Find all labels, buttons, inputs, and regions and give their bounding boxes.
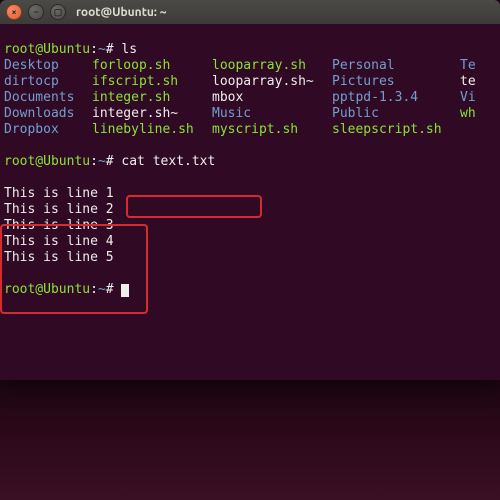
command-cat: cat text.txt — [121, 154, 215, 169]
cat-output: This is line 1This is line 2This is line… — [4, 186, 496, 266]
maximize-icon[interactable]: ▢ — [50, 4, 66, 20]
ls-entry: integer.sh — [92, 90, 212, 106]
ls-entry: forloop.sh — [92, 58, 212, 74]
output-line: This is line 1 — [4, 186, 496, 202]
ls-entry: Music — [212, 106, 332, 122]
ls-row: Downloadsinteger.sh~MusicPublicwh — [4, 106, 496, 122]
ls-row: Desktopforloop.shlooparray.shPersonalTe — [4, 58, 496, 74]
window-titlebar[interactable]: × – ▢ root@Ubuntu: ~ — [0, 0, 500, 24]
ls-entry: pptpd-1.3.4 — [332, 90, 460, 106]
ls-output: Desktopforloop.shlooparray.shPersonalTed… — [4, 58, 496, 138]
ls-entry: ifscript.sh — [92, 74, 212, 90]
ls-entry: looparray.sh~ — [212, 74, 332, 90]
terminal-window: × – ▢ root@Ubuntu: ~ root@Ubuntu:~# ls D… — [0, 0, 500, 380]
prompt-userhost: root@Ubuntu — [4, 42, 90, 57]
ls-entry: sleepscript.sh — [332, 122, 460, 138]
ls-entry: Pictures — [332, 74, 460, 90]
output-line: This is line 3 — [4, 218, 496, 234]
prompt-line: root@Ubuntu:~# cat text.txt — [4, 154, 215, 169]
window-controls: × – ▢ — [6, 4, 66, 20]
ls-entry: linebyline.sh — [92, 122, 212, 138]
ls-entry: Desktop — [4, 58, 92, 74]
ls-entry: Vi — [460, 90, 490, 106]
ls-entry: wh — [460, 106, 490, 122]
ls-entry: Te — [460, 58, 490, 74]
ls-entry: dirtocp — [4, 74, 92, 90]
ls-entry: Personal — [332, 58, 460, 74]
prompt-line: root@Ubuntu:~# ls — [4, 42, 137, 57]
ls-entry: Documents — [4, 90, 92, 106]
prompt-line: root@Ubuntu:~# — [4, 282, 129, 297]
cursor — [121, 284, 129, 297]
close-icon[interactable]: × — [6, 4, 22, 20]
ls-entry: mbox — [212, 90, 332, 106]
ls-row: Documentsinteger.shmboxpptpd-1.3.4Vi — [4, 90, 496, 106]
command-ls: ls — [121, 42, 137, 57]
output-line: This is line 2 — [4, 202, 496, 218]
ls-entry: Public — [332, 106, 460, 122]
terminal-body[interactable]: root@Ubuntu:~# ls Desktopforloop.shloopa… — [0, 24, 500, 316]
ls-row: dirtocpifscript.shlooparray.sh~Picturest… — [4, 74, 496, 90]
prompt-path: ~ — [98, 42, 106, 57]
ls-entry: integer.sh~ — [92, 106, 212, 122]
ls-entry: Dropbox — [4, 122, 92, 138]
output-line: This is line 5 — [4, 250, 496, 266]
ls-entry: Downloads — [4, 106, 92, 122]
ls-entry — [460, 122, 490, 138]
ls-entry: myscript.sh — [212, 122, 332, 138]
window-title: root@Ubuntu: ~ — [76, 6, 166, 19]
minimize-icon[interactable]: – — [28, 4, 44, 20]
ls-row: Dropboxlinebyline.shmyscript.shsleepscri… — [4, 122, 496, 138]
ls-entry: te — [460, 74, 490, 90]
ls-entry: looparray.sh — [212, 58, 332, 74]
output-line: This is line 4 — [4, 234, 496, 250]
